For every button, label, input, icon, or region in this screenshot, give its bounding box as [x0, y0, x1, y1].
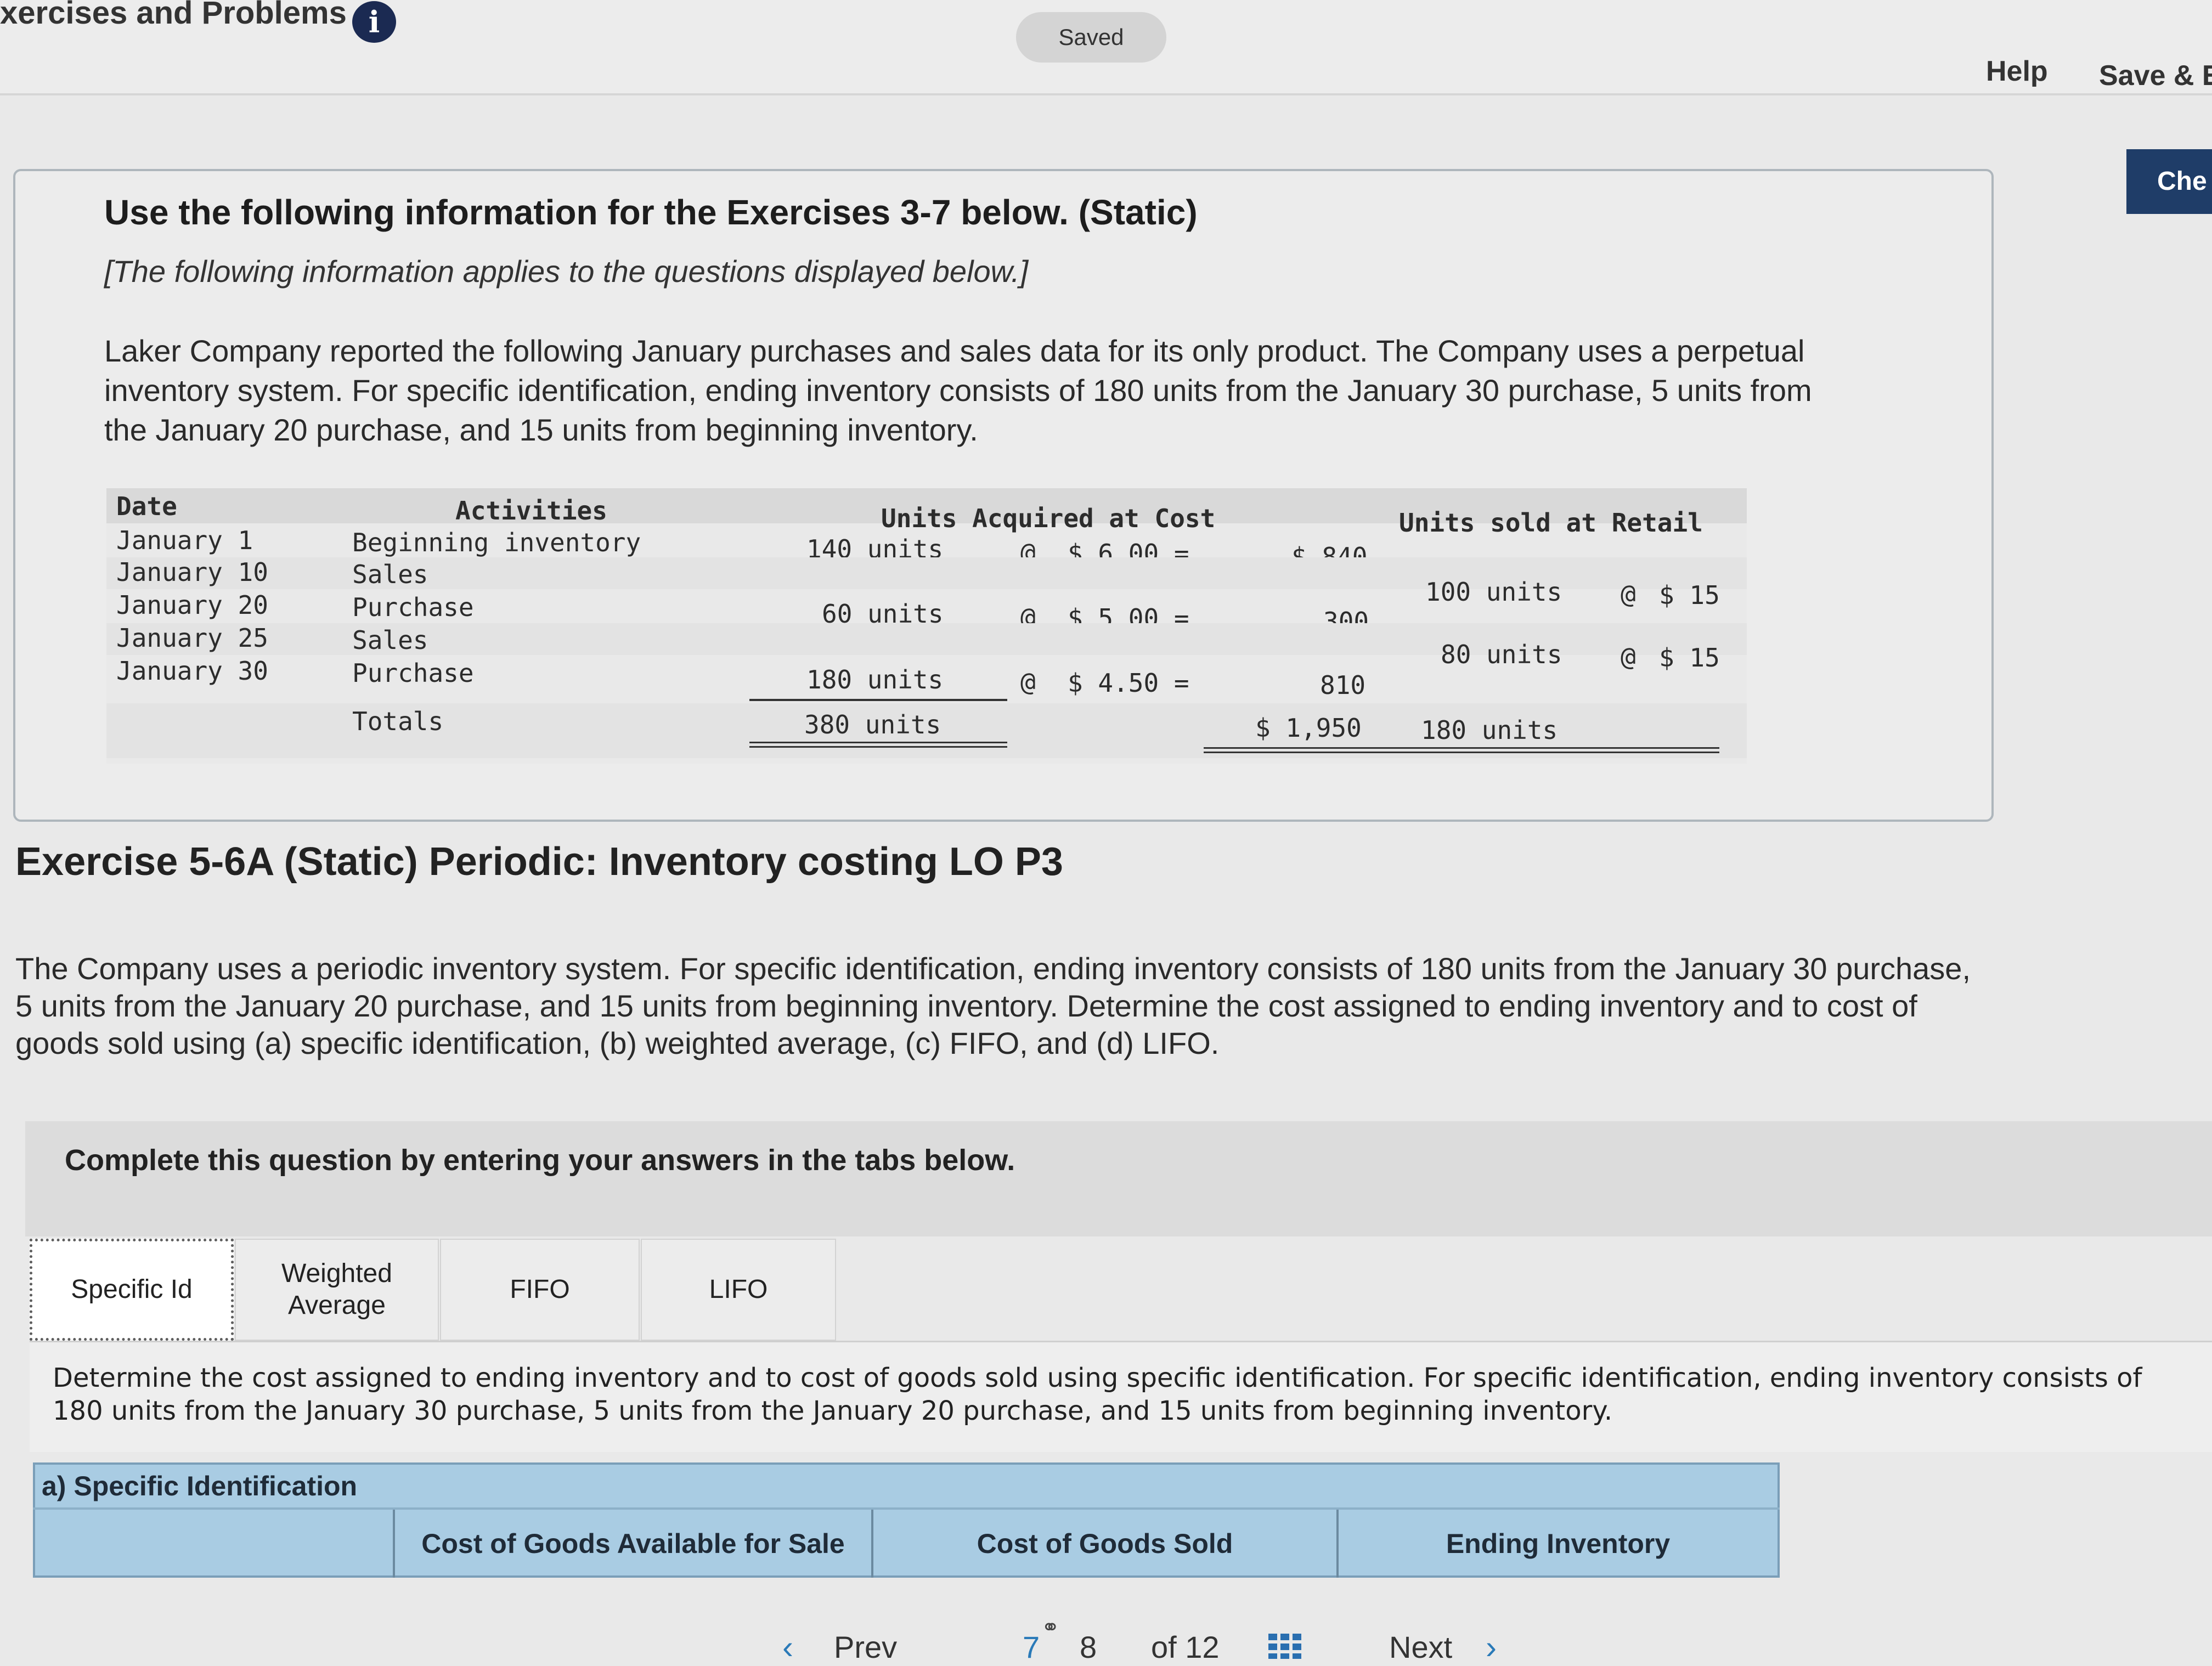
header-activities: Activities: [455, 496, 607, 526]
column-label: Ending Inventory: [1446, 1528, 1671, 1559]
totals-label: Totals: [352, 707, 444, 736]
exercise-text: The Company uses a periodic inventory sy…: [15, 951, 1971, 1060]
info-heading: Use the following information for the Ex…: [104, 193, 1198, 232]
info-subtitle: [The following information applies to th…: [104, 254, 1029, 289]
row-date: January 20: [116, 590, 268, 620]
answer-table-title: a) Specific Identification: [42, 1471, 358, 1501]
row-date: January 1: [116, 526, 253, 555]
tab-weighted-average[interactable]: Weighted Average: [235, 1239, 439, 1341]
save-exit-button[interactable]: Save & E: [2099, 59, 2212, 92]
check-work-button[interactable]: Che: [2126, 149, 2212, 214]
header-date: Date: [116, 492, 177, 521]
row-at: @: [1020, 667, 1036, 697]
link-icon: ⚭: [1041, 1616, 1060, 1640]
totals-acq-units: 380 units: [804, 710, 941, 739]
row-acq-units: 180 units: [806, 665, 944, 694]
double-underline-3: [1204, 747, 1719, 749]
totals-acq-total: $ 1,950: [1255, 713, 1362, 743]
page-current-number: 8: [1080, 1630, 1097, 1664]
next-button[interactable]: Next: [1389, 1629, 1452, 1665]
tab-label: Weighted Average: [281, 1259, 392, 1320]
table-header-row: Date Activities Units Acquired at Cost U…: [106, 488, 1747, 538]
bottom-navigation: [0, 1607, 2212, 1659]
instruction-text: Determine the cost assigned to ending in…: [53, 1363, 2142, 1426]
totals-row: Totals 380 units $ 1,950 180 units: [106, 703, 1747, 758]
column-label: Cost of Goods Available for Sale: [421, 1528, 845, 1559]
row-activity: Sales: [352, 625, 428, 655]
double-underline-2: [749, 746, 1007, 748]
saved-status-badge: Saved: [1016, 12, 1166, 63]
table-row: January 25 Sales 80 units @ $ 15: [106, 623, 1747, 673]
table-row: January 10 Sales 100 units @ $ 15: [106, 557, 1747, 610]
row-date: January 10: [116, 557, 268, 587]
help-link[interactable]: Help: [1986, 55, 2048, 88]
app-title: xercises and Problems: [0, 0, 347, 31]
double-underline-1: [749, 742, 1007, 743]
tab-label: Specific Id: [71, 1275, 193, 1304]
row-activity: Purchase: [352, 592, 474, 622]
acq-units-underline: [749, 699, 1007, 701]
row-activity: Purchase: [352, 658, 474, 688]
page-prev-number[interactable]: 7: [1023, 1629, 1040, 1665]
column-cost-of-goods-sold: Cost of Goods Sold: [871, 1510, 1336, 1578]
tab-label: LIFO: [709, 1275, 768, 1304]
chevron-left-icon[interactable]: ‹: [782, 1628, 793, 1666]
prev-button[interactable]: Prev: [834, 1629, 897, 1665]
info-paragraph: Laker Company reported the following Jan…: [104, 334, 1812, 447]
double-underline-4: [1204, 752, 1719, 753]
column-ending-inventory: Ending Inventory: [1336, 1510, 1778, 1578]
question-panel: [25, 1121, 2212, 1236]
exercise-title: Exercise 5-6A (Static) Periodic: Invento…: [15, 840, 1063, 884]
complete-instruction: Complete this question by entering your …: [65, 1144, 1015, 1177]
totals-sold-units: 180 units: [1421, 715, 1558, 745]
table-row: January 1 Beginning inventory 140 units …: [106, 526, 1747, 572]
table-row: January 30 Purchase 180 units @ $ 4.50 =…: [106, 656, 1747, 700]
grid-icon[interactable]: [1268, 1634, 1302, 1659]
row-activity: Sales: [352, 560, 428, 589]
table-row: January 20 Purchase 60 units @ $ 5.00 = …: [106, 590, 1747, 636]
chevron-right-icon[interactable]: ›: [1486, 1628, 1497, 1666]
tab-specific-id[interactable]: Specific Id: [30, 1239, 234, 1341]
row-acq-cost: $ 4.50 =: [1068, 668, 1189, 698]
column-label: Cost of Goods Sold: [977, 1528, 1233, 1559]
row-date: January 30: [116, 656, 268, 686]
row-date: January 25: [116, 623, 268, 653]
info-icon[interactable]: i: [352, 1, 396, 43]
tab-fifo[interactable]: FIFO: [440, 1239, 640, 1341]
row-activity: Beginning inventory: [352, 528, 641, 557]
purchases-sales-table: Date Activities Units Acquired at Cost U…: [106, 488, 1747, 764]
row-acq-total: 810: [1320, 670, 1366, 700]
page-total: of 12: [1151, 1630, 1220, 1664]
column-cost-of-goods-available: Cost of Goods Available for Sale: [393, 1510, 871, 1578]
tab-lifo[interactable]: LIFO: [641, 1239, 836, 1341]
tab-label: FIFO: [510, 1275, 570, 1304]
